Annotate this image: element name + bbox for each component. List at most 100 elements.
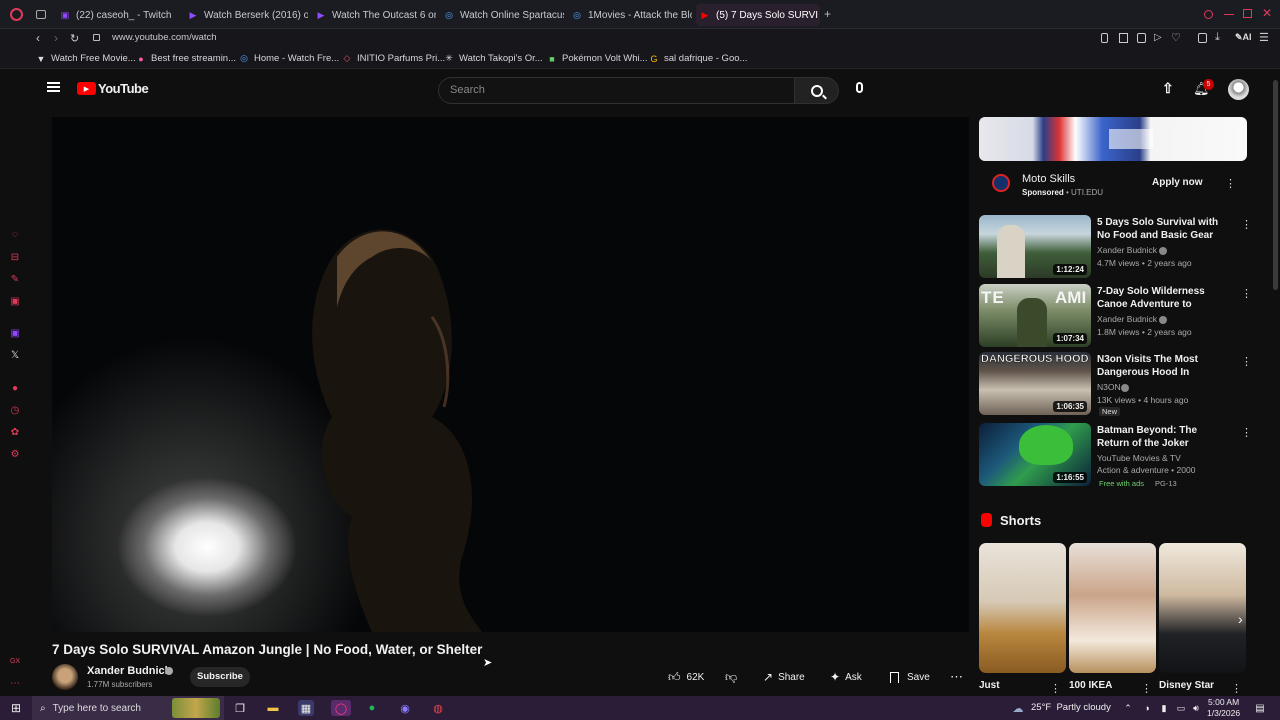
video-player[interactable]	[52, 117, 969, 632]
heart-icon[interactable]: ♡	[1171, 31, 1181, 44]
channel-avatar[interactable]	[52, 664, 78, 690]
save-button[interactable]: Save	[890, 664, 930, 690]
x-icon[interactable]: 𝕏	[8, 348, 22, 362]
bookmark-page-icon[interactable]	[1119, 33, 1128, 43]
scrollbar[interactable]	[1273, 80, 1278, 290]
subscribe-button[interactable]: Subscribe	[190, 667, 250, 687]
twitch-icon[interactable]: ▣	[8, 326, 22, 340]
video-title[interactable]: N3on Visits The Most Dangerous Hood In A…	[1097, 353, 1227, 379]
back-icon[interactable]: ‹	[36, 31, 40, 45]
pin-icon[interactable]	[1101, 33, 1108, 43]
more-icon[interactable]: ⋮	[1241, 355, 1252, 369]
tab-1movies[interactable]: ◎ 1Movies - Attack the Block	[568, 4, 692, 26]
network-icon[interactable]: ◑	[1139, 700, 1155, 716]
more-icon[interactable]: ⋮	[1241, 218, 1252, 232]
clock-date[interactable]: 1/3/2026	[1207, 708, 1240, 718]
share-button[interactable]: ↗ Share	[763, 664, 805, 690]
messenger-icon[interactable]: ▣	[8, 294, 22, 308]
show-hidden-icons[interactable]: ⌃	[1120, 700, 1136, 716]
pinboard-icon[interactable]: ✎	[8, 272, 22, 286]
taskbar-search-input[interactable]: ⌕ Type here to search	[32, 696, 224, 720]
ad-menu-icon[interactable]: ⋮	[1225, 177, 1236, 191]
reload-icon[interactable]: ↻	[70, 32, 79, 45]
history-icon[interactable]: ◷	[8, 403, 22, 417]
chrome-icon[interactable]: ◍	[430, 700, 446, 716]
channel-name[interactable]: Xander Budnick	[1097, 245, 1157, 255]
upload-icon[interactable]: ⇧	[1162, 80, 1174, 97]
video-title[interactable]: 7-Day Solo Wilderness Canoe Adventure to…	[1097, 285, 1227, 311]
tab-twitch[interactable]: ▣ (22) caseoh_ - Twitch	[56, 4, 180, 26]
weather-text[interactable]: 25°F Partly cloudy	[1031, 702, 1111, 713]
file-explorer-icon[interactable]: ▬	[265, 700, 281, 716]
short-thumbnail[interactable]	[1159, 543, 1246, 673]
tab-spartacus[interactable]: ◎ Watch Online Spartacus:	[440, 4, 564, 26]
bookmark-item[interactable]: ▼ Watch Free Movie...	[36, 53, 136, 64]
forward-icon[interactable]: ›	[54, 31, 58, 45]
bookmark-item[interactable]: ✳ Watch Takopi's Or...	[444, 53, 542, 64]
bookmark-item[interactable]: ◇ INITIO Parfums Pri...	[342, 53, 446, 64]
discord-icon[interactable]: ◉	[397, 700, 413, 716]
gx-icon[interactable]: GX	[8, 654, 22, 668]
tab-outcast[interactable]: ▶ Watch The Outcast 6 onlin	[312, 4, 436, 26]
notification-center-icon[interactable]: ▤	[1252, 700, 1268, 716]
dislike-button[interactable]: 👎︎	[725, 664, 737, 690]
video-title[interactable]: Batman Beyond: The Return of the Joker	[1097, 424, 1227, 450]
music-icon[interactable]: ●	[8, 381, 22, 395]
channel-name[interactable]: Xander Budnick	[1097, 314, 1157, 324]
player-icon[interactable]: ▷	[1154, 32, 1162, 43]
search-button[interactable]	[795, 77, 839, 104]
thumbnail[interactable]: 1:16:55	[979, 423, 1091, 486]
list-item[interactable]: 1:16:55 Batman Beyond: The Return of the…	[979, 423, 1252, 493]
search-tabs-icon[interactable]	[1204, 10, 1213, 19]
task-view-icon[interactable]: ❐	[232, 700, 248, 716]
list-item[interactable]: TE AMI 1:07:34 7-Day Solo Wilderness Can…	[979, 284, 1252, 348]
video-title[interactable]: 5 Days Solo Survival with No Food and Ba…	[1097, 216, 1227, 242]
hamburger-menu-icon[interactable]	[47, 82, 60, 92]
snapshot-icon[interactable]	[1137, 33, 1146, 43]
opera-gx-taskbar-icon[interactable]: ◯	[331, 700, 351, 716]
more-actions-button[interactable]: ⋯	[950, 664, 963, 690]
short-title[interactable]: 100 IKEA	[1069, 680, 1112, 691]
settings-icon[interactable]: ⚙	[8, 447, 22, 461]
spotify-icon[interactable]: ●	[364, 700, 380, 716]
avatar[interactable]	[1228, 79, 1249, 100]
more-icon[interactable]: ⋮	[1141, 682, 1152, 696]
channel-name[interactable]: Xander Budnick	[87, 665, 171, 677]
maximize-icon[interactable]	[1243, 9, 1252, 18]
more-icon[interactable]: ⋮	[1241, 426, 1252, 440]
short-thumbnail[interactable]	[979, 543, 1066, 673]
microphone-icon[interactable]	[856, 82, 863, 93]
more-icon[interactable]: ⋮	[1231, 682, 1242, 696]
close-window-icon[interactable]: ✕	[1262, 6, 1272, 20]
windows-start-icon[interactable]: ⊞	[8, 700, 24, 716]
microphone-icon[interactable]: ▮	[1156, 700, 1172, 716]
apply-now-button[interactable]: Apply now	[1152, 177, 1203, 188]
url-field[interactable]: www.youtube.com/watch	[112, 32, 217, 43]
thumbnail[interactable]: 1:12:24	[979, 215, 1091, 278]
short-title[interactable]: Disney Star	[1159, 680, 1214, 691]
channel-name[interactable]: N3ON	[1097, 382, 1121, 392]
bookmark-item[interactable]: ◎ Home - Watch Fre...	[239, 53, 339, 64]
more-icon[interactable]: ⋮	[1241, 287, 1252, 301]
extensions-icon[interactable]: ✿	[8, 425, 22, 439]
channel-name[interactable]: YouTube Movies & TV	[1097, 453, 1181, 463]
thumbnail[interactable]: TE AMI 1:07:34	[979, 284, 1091, 347]
clock-time[interactable]: 5:00 AM	[1208, 697, 1239, 707]
ad-banner[interactable]	[979, 117, 1247, 161]
ai-button[interactable]: ✎AI	[1235, 32, 1252, 43]
new-tab-button[interactable]: +	[824, 7, 831, 21]
aria-icon[interactable]: ◌	[8, 227, 22, 241]
list-item[interactable]: DANGEROUS HOOD 1:06:35 N3on Visits The M…	[979, 352, 1252, 422]
minimize-icon[interactable]	[1224, 14, 1234, 15]
short-title[interactable]: Just	[979, 680, 1000, 691]
bookmark-item[interactable]: ● Best free streamin...	[136, 53, 236, 64]
store-icon[interactable]: ▦	[298, 700, 314, 716]
menu-icon[interactable]: ☰	[1259, 31, 1269, 44]
battery-icon[interactable]: ▭	[1173, 700, 1189, 716]
youtube-logo[interactable]: ▶ YouTube	[77, 81, 149, 96]
tab-overview-icon[interactable]	[36, 10, 46, 19]
list-item[interactable]: 1:12:24 5 Days Solo Survival with No Foo…	[979, 215, 1252, 279]
thumbnail[interactable]: DANGEROUS HOOD 1:06:35	[979, 352, 1091, 415]
short-thumbnail[interactable]	[1069, 543, 1156, 673]
more-icon[interactable]: ⋮	[1050, 682, 1061, 696]
